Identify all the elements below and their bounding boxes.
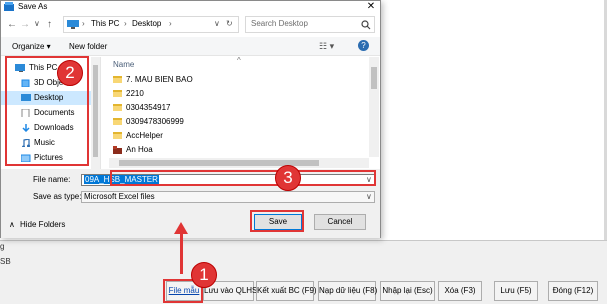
app-logo-icon: [4, 2, 14, 11]
ket-xuat-bc-button[interactable]: Kết xuất BC (F9): [256, 281, 317, 301]
user-folder-icon: [113, 146, 122, 154]
organize-button[interactable]: Organize ▾: [12, 42, 51, 51]
nhap-lai-button[interactable]: Nhập lại (Esc): [380, 281, 435, 301]
file-name: 0309478306999: [126, 117, 184, 126]
new-folder-button[interactable]: New folder: [69, 42, 107, 51]
file-list: Name ^ 7. MAU BIEN BAO 2210 0304354917 0…: [109, 56, 380, 169]
file-name: AccHelper: [126, 131, 163, 140]
highlight-save-button: [250, 210, 304, 232]
dong-button[interactable]: Đóng (F12): [548, 281, 598, 301]
nav-scrollbar[interactable]: [91, 57, 100, 169]
savetype-dropdown-icon[interactable]: ∨: [366, 192, 372, 202]
hide-folders-button[interactable]: Hide Folders: [20, 220, 65, 229]
address-bar[interactable]: › This PC › Desktop › ∨ ↻: [63, 16, 239, 33]
nav-scroll-thumb[interactable]: [93, 65, 98, 157]
cancel-button[interactable]: Cancel: [314, 214, 366, 230]
highlight-filename: [110, 170, 376, 186]
dialog-titlebar: Save As ✕: [1, 1, 380, 13]
search-input[interactable]: Search Desktop: [251, 19, 308, 28]
app-side-text-1: g: [0, 242, 5, 251]
callout-2: 2: [57, 60, 83, 86]
folder-icon: [113, 118, 122, 125]
breadcrumb-desktop[interactable]: Desktop: [132, 19, 161, 28]
forward-arrow-icon[interactable]: →: [20, 19, 30, 30]
callout-1: 1: [191, 262, 217, 288]
folder-icon: [113, 104, 122, 111]
refresh-icon[interactable]: ↻: [226, 19, 233, 28]
view-options-icon[interactable]: ☷ ▾: [319, 41, 334, 52]
search-icon: [361, 20, 371, 30]
savetype-label: Save as type:: [33, 192, 82, 201]
savetype-value: Microsoft Excel files: [84, 192, 155, 201]
dialog-title: Save As: [18, 2, 48, 11]
back-arrow-icon[interactable]: ←: [7, 19, 17, 30]
sort-chevron-icon: ^: [237, 56, 241, 65]
folder-icon: [113, 90, 122, 97]
help-icon[interactable]: ?: [358, 40, 369, 51]
up-arrow-icon[interactable]: ↑: [47, 19, 52, 30]
file-scrollbar[interactable]: [369, 57, 379, 157]
folder-icon: [113, 132, 122, 139]
arrow-shaft: [180, 232, 183, 274]
close-icon[interactable]: ✕: [363, 1, 379, 12]
breadcrumb-this-pc[interactable]: This PC: [91, 19, 119, 28]
hide-folders-chevron-icon[interactable]: ∧: [9, 220, 15, 229]
file-name: 2210: [126, 89, 144, 98]
name-column-header[interactable]: Name: [113, 60, 134, 69]
address-row: ← → ∨ ↑ › This PC › Desktop › ∨ ↻ Search…: [1, 14, 380, 36]
filename-label: File name:: [33, 175, 71, 184]
folder-icon: [113, 76, 122, 83]
luu-button[interactable]: Lưu (F5): [494, 281, 538, 301]
file-hscrollbar[interactable]: [109, 158, 369, 168]
xoa-button[interactable]: Xóa (F3): [438, 281, 482, 301]
file-name: An Hoa: [126, 145, 153, 154]
file-scroll-thumb[interactable]: [371, 67, 377, 89]
callout-3: 3: [275, 165, 301, 191]
file-name: 7. MAU BIEN BAO: [126, 75, 193, 84]
breadcrumb-separator-icon: ›: [169, 19, 172, 28]
savetype-select[interactable]: Microsoft Excel files ∨: [81, 191, 375, 203]
file-name: 0304354917: [126, 103, 171, 112]
breadcrumb-separator-icon: ›: [82, 19, 85, 28]
breadcrumb-separator-icon: ›: [124, 19, 127, 28]
search-box[interactable]: Search Desktop: [245, 16, 375, 33]
nap-du-lieu-button[interactable]: Nạp dữ liệu (F8): [318, 281, 377, 301]
recent-chevron-icon[interactable]: ∨: [34, 19, 40, 28]
dialog-toolbar: Organize ▾ New folder ☷ ▾ ?: [1, 37, 380, 56]
app-side-text-2: SB: [0, 257, 11, 266]
computer-icon: [67, 20, 79, 29]
address-dropdown-icon[interactable]: ∨: [214, 19, 220, 28]
